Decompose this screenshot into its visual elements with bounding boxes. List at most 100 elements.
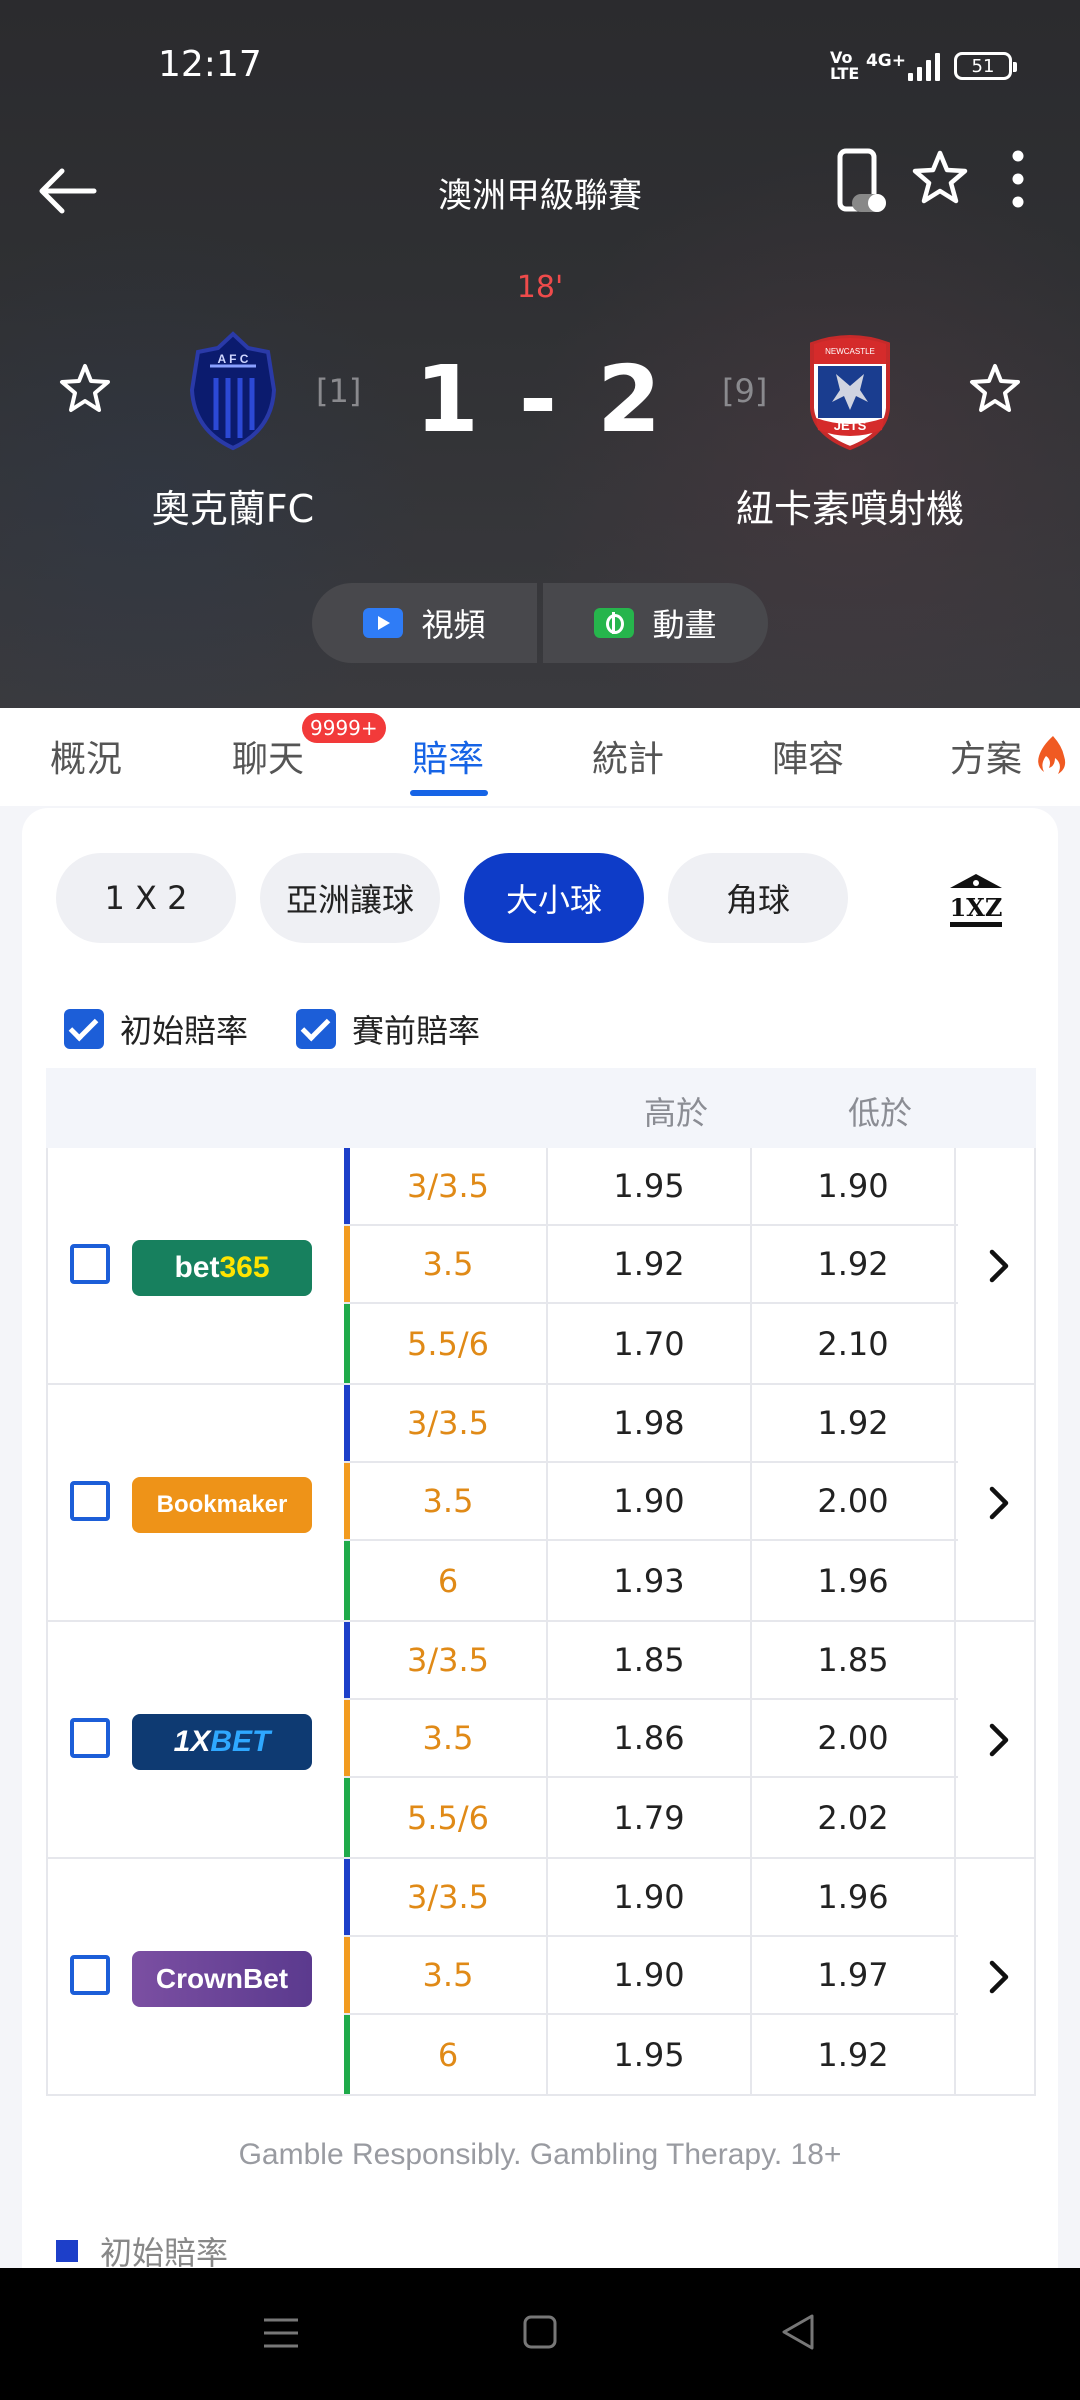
tab-overview[interactable]: 概況 <box>50 730 122 782</box>
odds-line-row: 5.5/6 1.70 2.10 <box>344 1304 958 1383</box>
active-tab-indicator <box>410 790 488 796</box>
bookmaker-row-1xbet[interactable]: 1X BET 3/3.5 1.85 1.85 3.5 1.86 2.00 5.5/6 1.7… <box>46 1622 1036 1859</box>
goal-line: 3.5 <box>350 1700 548 1776</box>
prematch-odds-filter[interactable]: 賽前賠率 <box>296 1006 480 1052</box>
tab-stats[interactable]: 統計 <box>592 730 664 782</box>
odds-type-over-under[interactable]: 大小球 <box>464 853 644 943</box>
goal-line: 3/3.5 <box>350 1148 548 1224</box>
video-icon <box>363 608 404 638</box>
animation-button[interactable]: 動畫 <box>543 583 768 663</box>
over-odds: 1.98 <box>548 1385 752 1461</box>
1xbet-logo: 1X BET <box>132 1714 312 1770</box>
odds-line-row: 6 1.95 1.92 <box>344 2015 958 2094</box>
prematch-odds-checkbox[interactable] <box>296 1009 337 1049</box>
fire-icon <box>1038 736 1066 774</box>
under-odds: 1.85 <box>752 1622 956 1698</box>
crownbet-logo: CrownBet <box>132 1951 312 2007</box>
chevron-right-icon[interactable] <box>978 1955 1018 1999</box>
odds-card: 1 X 2 亞洲讓球 大小球 角球 1XZ 初始賠率 賽前賠率 高於 低於 be… <box>22 808 1058 2272</box>
compare-checkbox[interactable] <box>70 1244 110 1284</box>
prematch-odds-label: 賽前賠率 <box>352 1012 481 1050</box>
odds-line-row: 6 1.93 1.96 <box>344 1541 958 1620</box>
chevron-right-icon[interactable] <box>978 1481 1018 1525</box>
header-over: 高於 <box>643 1094 708 1132</box>
away-team-name[interactable]: 紐卡素噴射機 <box>680 478 1020 533</box>
goal-line: 3/3.5 <box>350 1622 548 1698</box>
goal-line: 3.5 <box>350 1463 548 1539</box>
odds-line-row: 3/3.5 1.85 1.85 <box>344 1622 958 1700</box>
over-odds: 1.86 <box>548 1700 752 1776</box>
bookmaker-row-crownbet[interactable]: CrownBet 3/3.5 1.90 1.96 3.5 1.90 1.97 6 1.95… <box>46 1859 1036 2096</box>
goal-line: 6 <box>350 2015 548 2094</box>
under-odds: 1.96 <box>752 1541 956 1620</box>
under-odds: 2.00 <box>752 1463 956 1539</box>
goal-line: 3/3.5 <box>350 1385 548 1461</box>
odds-line-row: 3/3.5 1.95 1.90 <box>344 1148 958 1226</box>
under-odds: 1.96 <box>752 1859 956 1935</box>
animation-label: 動畫 <box>652 606 717 644</box>
odds-filters: 初始賠率 賽前賠率 <box>64 1006 480 1052</box>
over-odds: 1.90 <box>548 1859 752 1935</box>
recent-apps-icon[interactable] <box>262 2316 300 2350</box>
system-back-icon[interactable] <box>780 2312 816 2352</box>
goal-line: 3.5 <box>350 1937 548 2013</box>
over-odds: 1.95 <box>548 1148 752 1224</box>
odds-line-row: 3.5 1.90 2.00 <box>344 1463 958 1541</box>
compare-checkbox[interactable] <box>70 1718 110 1758</box>
network-type: 4G+ <box>865 51 906 71</box>
under-odds: 1.92 <box>752 1385 956 1461</box>
odds-type-asian-handicap[interactable]: 亞洲讓球 <box>260 853 440 943</box>
under-odds: 2.00 <box>752 1700 956 1776</box>
tab-chat[interactable]: 聊天 <box>232 730 304 782</box>
scoreboard: 18' A F C [1] 1 - 2 [9] JETS NEWCASTLE 奧… <box>0 250 1080 550</box>
opening-odds-filter[interactable]: 初始賠率 <box>64 1006 248 1052</box>
more-options-icon[interactable] <box>1000 146 1036 212</box>
odds-line-row: 5.5/6 1.79 2.02 <box>344 1778 958 1857</box>
status-bar: 12:17 Vo LTE 4G+ 51 <box>0 0 1080 130</box>
over-odds: 1.93 <box>548 1541 752 1620</box>
favorite-star-icon[interactable] <box>910 148 970 208</box>
svg-text:1XZ: 1XZ <box>950 893 1003 922</box>
tab-odds[interactable]: 賠率 <box>412 730 484 782</box>
svg-text:NEWCASTLE: NEWCASTLE <box>825 347 875 356</box>
over-odds: 1.79 <box>548 1778 752 1857</box>
bookmaker-row-bookmaker[interactable]: Bookmaker 3/3.5 1.98 1.92 3.5 1.90 2.00 6 1.9… <box>46 1385 1036 1622</box>
header-under: 低於 <box>847 1094 912 1132</box>
goal-line: 5.5/6 <box>350 1304 548 1383</box>
away-team-logo[interactable]: JETS NEWCASTLE <box>806 330 894 452</box>
clock: 12:17 <box>158 44 262 85</box>
battery-icon: 51 <box>954 52 1017 80</box>
under-odds: 1.92 <box>752 1226 956 1302</box>
chat-badge: 9999+ <box>302 713 386 743</box>
opening-odds-checkbox[interactable] <box>64 1009 104 1049</box>
odds-type-selector: 1 X 2 亞洲讓球 大小球 角球 <box>56 853 848 943</box>
under-odds: 1.90 <box>752 1148 956 1224</box>
svg-text:JETS: JETS <box>834 418 867 433</box>
tab-lineup[interactable]: 陣容 <box>772 730 844 782</box>
chevron-right-icon[interactable] <box>978 1244 1018 1288</box>
animation-icon <box>594 608 635 638</box>
bookmaker-bank-icon[interactable]: 1XZ <box>946 870 1006 930</box>
under-odds: 2.02 <box>752 1778 956 1857</box>
responsible-gambling-text[interactable]: Gamble Responsibly. Gambling Therapy. 18… <box>22 2138 1058 2172</box>
odds-type-1x2[interactable]: 1 X 2 <box>56 853 236 943</box>
home-team-name[interactable]: 奧克蘭FC <box>63 478 403 533</box>
goal-line: 3.5 <box>350 1226 548 1302</box>
bookmaker-row-bet365[interactable]: bet 365 3/3.5 1.95 1.90 3.5 1.92 1.92 5.5/6 1.… <box>46 1148 1036 1385</box>
over-odds: 1.70 <box>548 1304 752 1383</box>
compare-checkbox[interactable] <box>70 1955 110 1995</box>
odds-type-corners[interactable]: 角球 <box>668 853 848 943</box>
odds-line-row: 3.5 1.90 1.97 <box>344 1937 958 2015</box>
home-icon[interactable] <box>522 2314 558 2350</box>
tab-tips[interactable]: 方案 <box>950 730 1022 782</box>
video-button[interactable]: 視頻 <box>312 583 537 663</box>
away-rank: [9] <box>722 372 768 410</box>
system-nav-bar <box>0 2268 1080 2400</box>
chevron-right-icon[interactable] <box>978 1718 1018 1762</box>
tab-bar: 概況 聊天 9999+ 賠率 統計 陣容 方案 <box>0 708 1080 806</box>
opening-odds-label: 初始賠率 <box>120 1012 249 1050</box>
under-odds: 1.92 <box>752 2015 956 2094</box>
phone-toggle-icon[interactable] <box>836 148 890 214</box>
follow-away-star-icon[interactable] <box>968 362 1022 416</box>
compare-checkbox[interactable] <box>70 1481 110 1521</box>
